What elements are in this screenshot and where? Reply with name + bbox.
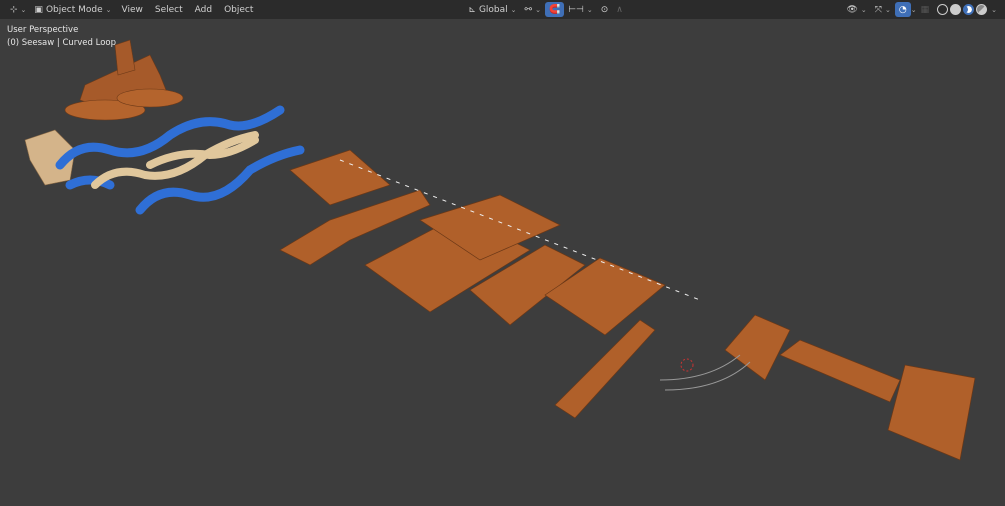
chevron-down-icon: ⌄ xyxy=(586,5,593,14)
shading-dropdown[interactable]: ⌄ xyxy=(991,6,997,14)
viewport-header: ⊹ ⌄ ▣ Object Mode ⌄ View Select Add Object … xyxy=(0,0,1005,19)
shading-modes xyxy=(933,2,991,17)
solid-shading-button[interactable] xyxy=(950,4,962,15)
snap-increment-icon: ⊢⊣ xyxy=(568,4,584,15)
menu-object[interactable]: Object xyxy=(218,5,259,15)
visibility-button[interactable]: 👁 ⌄ xyxy=(842,2,870,17)
gizmo-toggle[interactable]: ⤧ ⌄ xyxy=(871,2,895,17)
pivot-button[interactable]: ⚯ ⌄ xyxy=(521,2,545,17)
chevron-down-icon: ⌄ xyxy=(105,5,112,14)
overlay-icon: ◔ xyxy=(898,4,907,15)
wireframe-shading-button[interactable] xyxy=(937,4,949,15)
gizmo-icon: ⤧ xyxy=(874,4,882,15)
chevron-down-icon: ⌄ xyxy=(860,5,867,14)
xray-toggle[interactable]: ▦ xyxy=(917,2,934,17)
falloff-curve-icon: ∧ xyxy=(616,4,623,15)
orientation-icon: ⊾ xyxy=(468,4,476,15)
snap-target-button[interactable]: ⊢⊣ ⌄ xyxy=(564,2,597,17)
menu-add[interactable]: Add xyxy=(189,5,218,15)
view-name: User Perspective xyxy=(7,25,79,35)
beige-tracks xyxy=(91,131,259,189)
menu-select[interactable]: Select xyxy=(149,5,189,15)
orientation-label: Global xyxy=(478,4,508,15)
overlay-dropdown[interactable]: ⌄ xyxy=(911,6,917,14)
transform-orientation-dropdown[interactable]: ⊾ Global ⌄ xyxy=(464,2,520,17)
scene-objects xyxy=(24,39,976,461)
pivot-icon: ⚯ xyxy=(524,4,533,15)
overlay-toggle[interactable]: ◔ xyxy=(894,2,911,17)
mode-dropdown[interactable]: ▣ Object Mode ⌄ xyxy=(30,2,115,17)
proportional-edit-icon: ⊙ xyxy=(600,4,609,15)
rendered-shading-button[interactable] xyxy=(976,4,988,15)
proportional-edit-toggle[interactable]: ⊙ xyxy=(597,2,613,17)
chevron-down-icon: ⌄ xyxy=(535,5,541,14)
menu-view[interactable]: View xyxy=(116,5,149,15)
object-mode-icon: ▣ xyxy=(34,4,43,15)
falloff-button[interactable]: ∧ xyxy=(612,2,627,17)
3d-viewport[interactable] xyxy=(0,19,1005,506)
chevron-down-icon: ⌄ xyxy=(510,5,517,14)
editor-type-button[interactable]: ⊹ ⌄ xyxy=(6,2,30,17)
mode-label: Object Mode xyxy=(45,4,103,15)
snap-icon: 🧲 xyxy=(548,4,561,15)
viewport-editor-icon: ⊹ xyxy=(10,4,18,15)
material-preview-shading-button[interactable] xyxy=(963,4,975,15)
eye-visibility-icon: 👁 xyxy=(846,4,858,15)
wood-pieces xyxy=(279,149,976,461)
viewport-info: User Perspective (0) Seesaw | Curved Loo… xyxy=(7,24,116,50)
object-info: (0) Seesaw | Curved Loop xyxy=(7,38,117,48)
xray-icon: ▦ xyxy=(920,4,930,15)
blue-tracks xyxy=(55,105,305,215)
chevron-down-icon: ⌄ xyxy=(885,5,891,14)
chevron-down-icon: ⌄ xyxy=(20,5,27,14)
snap-toggle[interactable]: 🧲 xyxy=(544,2,565,17)
